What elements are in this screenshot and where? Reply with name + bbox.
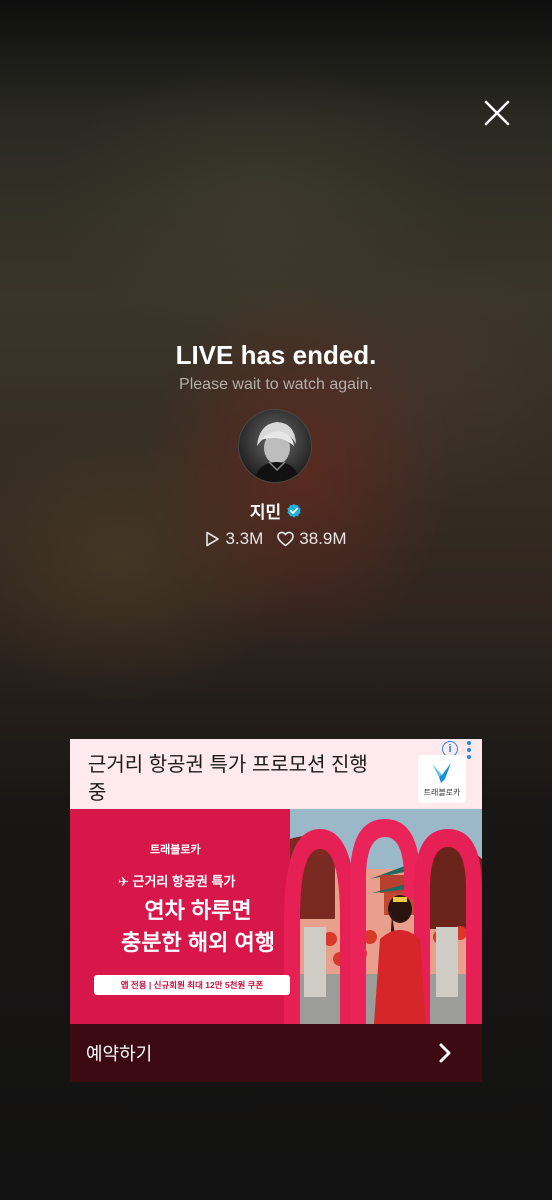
verified-badge-icon — [287, 503, 301, 518]
heart-icon — [277, 531, 295, 547]
ad-banner-line-1: 연차 하루면 — [144, 898, 252, 923]
ad-header: 근거리 항공권 특가 프로모션 진행 중 i 트래블로카 — [70, 739, 482, 809]
likes-stat: 38.9M — [277, 529, 347, 549]
creator-stats: 3.3M 38.9M — [0, 529, 552, 549]
ad-banner-brand: 트래블로카 — [150, 844, 201, 856]
plays-count: 3.3M — [225, 529, 264, 548]
close-icon — [484, 100, 510, 126]
ad-banner-image[interactable]: 트래블로카 ✈ 근거리 항공권 특가 연차 하루면 충분한 해외 여행 앱 전용… — [70, 809, 482, 1024]
live-ended-title: LIVE has ended. — [175, 340, 377, 370]
ad-cta-button[interactable]: 예약하기 — [70, 1024, 482, 1082]
ad-banner-coupon: 앱 전용 | 신규회원 최대 12만 5천원 쿠폰 — [94, 975, 290, 995]
ad-banner-tag: ✈ 근거리 항공권 특가 — [118, 874, 236, 889]
creator-name: 지민 — [249, 503, 282, 522]
avatar[interactable] — [238, 409, 312, 483]
avatar-image — [239, 410, 311, 482]
play-icon — [206, 531, 220, 547]
live-ended-subtitle: Please wait to watch again. — [179, 376, 373, 393]
ad-headline: 근거리 항공권 특가 프로모션 진행 중 — [88, 754, 368, 804]
ad-logo: 트래블로카 — [418, 755, 466, 803]
plays-stat: 3.3M — [205, 529, 263, 549]
ad-card[interactable]: 근거리 항공권 특가 프로모션 진행 중 i 트래블로카 트래블로카 ✈ 근거리… — [70, 739, 482, 1082]
ad-banner-line-2: 충분한 해외 여행 — [121, 930, 275, 955]
close-button[interactable] — [476, 92, 518, 134]
bird-logo-icon — [433, 762, 451, 783]
ad-banner-headline: 연차 하루면 충분한 해외 여행 — [98, 895, 298, 959]
likes-count: 38.9M — [299, 529, 347, 548]
ad-cta-label: 예약하기 — [86, 1044, 153, 1064]
ad-logo-text: 트래블로카 — [423, 787, 461, 797]
chevron-right-icon — [439, 1043, 451, 1063]
creator-name-row[interactable]: 지민 — [0, 498, 552, 523]
